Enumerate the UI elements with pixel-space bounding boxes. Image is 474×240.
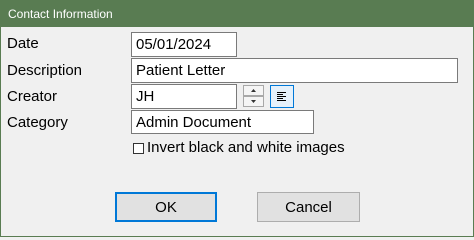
align-left-button[interactable]	[270, 85, 294, 108]
date-field[interactable]: 05/01/2024	[131, 32, 237, 57]
invert-checkbox[interactable]	[133, 143, 144, 154]
creator-field[interactable]: JH	[131, 84, 237, 109]
description-label: Description	[7, 62, 83, 79]
creator-spinner[interactable]	[243, 85, 264, 107]
window-title: Contact Information	[8, 7, 113, 21]
align-left-icon	[277, 92, 286, 101]
invert-checkbox-label[interactable]: Invert black and white images	[147, 139, 345, 156]
category-field[interactable]: Admin Document	[131, 110, 314, 134]
ok-button[interactable]: OK	[115, 192, 217, 222]
triangle-down-icon	[251, 100, 256, 103]
creator-label: Creator	[7, 88, 58, 105]
triangle-up-icon	[251, 89, 256, 92]
title-bar[interactable]: Contact Information	[0, 0, 474, 27]
spin-up-button[interactable]	[243, 85, 264, 96]
date-label: Date	[7, 35, 39, 52]
category-label: Category	[7, 114, 68, 131]
spin-down-button[interactable]	[243, 96, 264, 107]
description-field[interactable]: Patient Letter	[131, 58, 458, 83]
cancel-button[interactable]: Cancel	[257, 192, 360, 222]
